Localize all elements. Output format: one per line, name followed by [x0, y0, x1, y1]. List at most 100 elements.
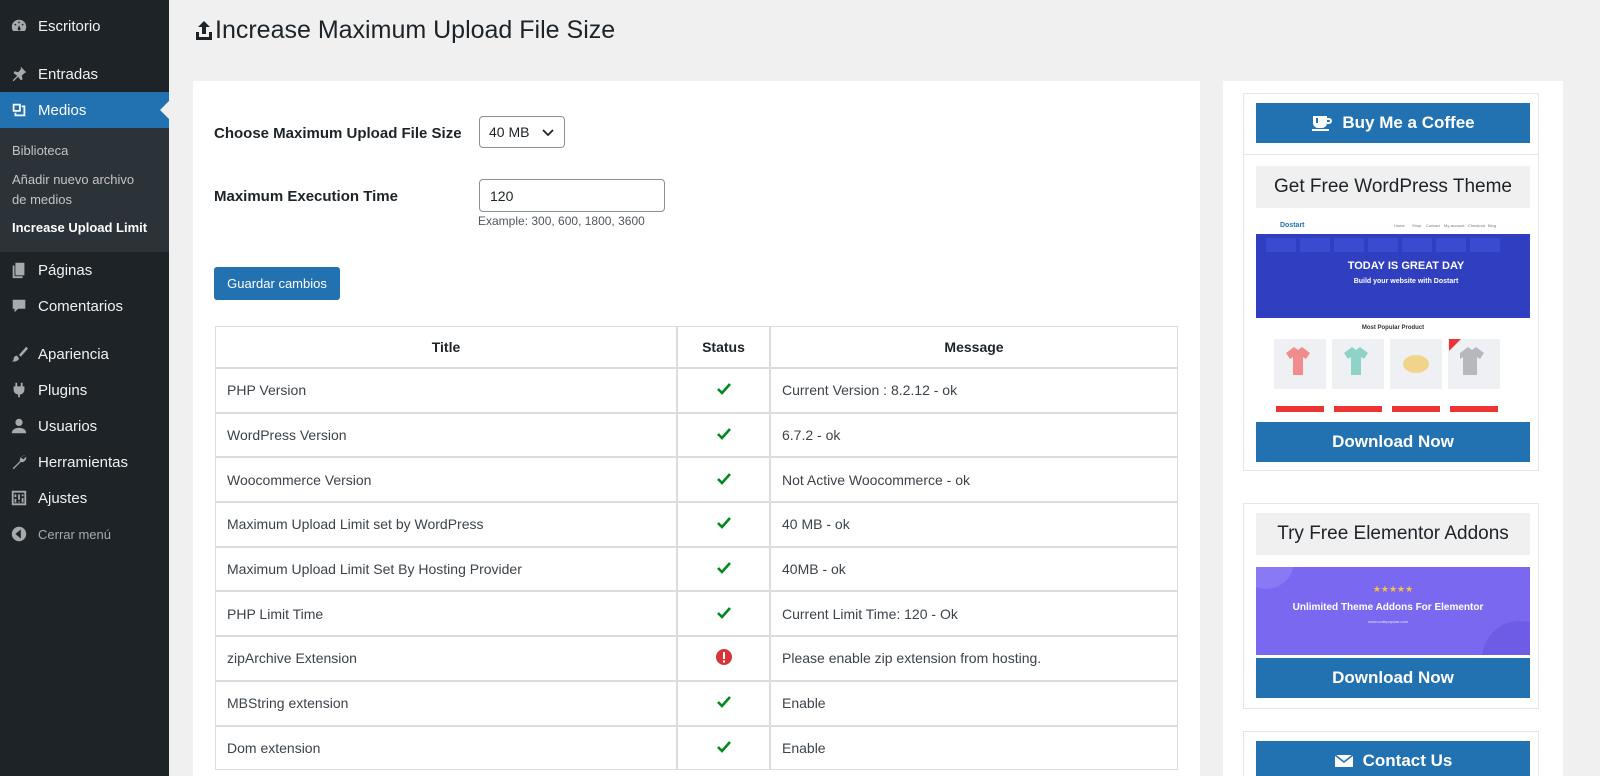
contact-us-button[interactable]: Contact Us [1256, 741, 1530, 776]
row-message: Enable [770, 680, 1178, 726]
sidebar-item-entradas[interactable]: Entradas [0, 56, 169, 92]
page-title: Increase Maximum Upload File Size [194, 16, 615, 45]
sidebar-item-label: Cerrar menú [38, 526, 111, 542]
sidebar-item-apariencia[interactable]: Apariencia [0, 336, 169, 372]
dashboard-icon [9, 16, 29, 36]
addons-url: www.codepopular.com [1368, 619, 1409, 624]
wrench-icon [9, 452, 29, 472]
sidebar-item-label: Herramientas [38, 453, 129, 471]
check-icon [716, 472, 731, 485]
row-message: 6.7.2 - ok [770, 412, 1178, 458]
settings-panel: Choose Maximum Upload File Size 40 MB Ma… [193, 81, 1200, 776]
theme-nav-item: Blog [1488, 223, 1496, 228]
addons-download-button[interactable]: Download Now [1256, 658, 1530, 698]
row-status [677, 457, 770, 503]
promo-card-addons: Try Free Elementor Addons ★★★★★ Unlimite… [1243, 503, 1539, 709]
promo-card-contact: Contact Us [1243, 731, 1539, 776]
upload-size-select[interactable]: 40 MB [479, 116, 565, 148]
admin-sidebar: Escritorio Entradas Medios Biblioteca Añ… [0, 0, 169, 776]
exec-time-input[interactable] [479, 179, 665, 212]
theme-hero-title: TODAY IS GREAT DAY [1348, 260, 1465, 272]
row-title: Woocommerce Version [215, 457, 677, 503]
sidebar-item-usuarios[interactable]: Usuarios [0, 408, 169, 444]
row-status [677, 368, 770, 413]
buy-me-coffee-button[interactable]: Buy Me a Coffee [1256, 103, 1530, 143]
theme-nav-item: Home [1394, 223, 1405, 228]
sidebar-item-label: Escritorio [38, 17, 101, 35]
row-status [677, 546, 770, 592]
submenu-item-increase-upload-limit[interactable]: Increase Upload Limit [12, 218, 147, 238]
theme-brand: Dostart [1280, 222, 1305, 229]
pages-icon [9, 260, 29, 280]
sidebar-item-label: Comentarios [38, 297, 124, 315]
row-title: WordPress Version [215, 412, 677, 458]
sidebar-item-comentarios[interactable]: Comentarios [0, 288, 169, 324]
settings-icon [9, 488, 29, 508]
table-row: zipArchive Extension Please enable zip ex… [215, 636, 1178, 681]
plugin-icon [9, 380, 29, 400]
exec-time-label: Maximum Execution Time [214, 188, 398, 205]
row-title: PHP Limit Time [215, 591, 677, 637]
column-header-message: Message [770, 326, 1178, 368]
sidebar-item-escritorio[interactable]: Escritorio [0, 8, 169, 44]
theme-section-title: Most Popular Product [1362, 325, 1424, 331]
table-row: Dom extension Enable [215, 725, 1178, 771]
media-submenu: Biblioteca Añadir nuevo archivo de medio… [0, 128, 169, 252]
row-message: 40 MB - ok [770, 502, 1178, 547]
theme-hero-subtitle: Build your website with Dostart [1354, 278, 1459, 285]
submenu-item-add-media[interactable]: Añadir nuevo archivo de medios [12, 170, 152, 210]
media-icon [9, 100, 29, 120]
row-message: Please enable zip extension from hosting… [770, 636, 1178, 681]
row-title: MBString extension [215, 680, 677, 726]
row-message: Current Version : 8.2.12 - ok [770, 368, 1178, 413]
upload-size-value: 40 MB [489, 124, 530, 140]
addons-preview-image[interactable]: ★★★★★ Unlimited Theme Addons For Element… [1256, 567, 1530, 655]
row-status [677, 725, 770, 771]
sidebar-item-label: Usuarios [38, 417, 98, 435]
theme-download-button[interactable]: Download Now [1256, 422, 1530, 462]
sidebar-item-paginas[interactable]: Páginas [0, 252, 169, 288]
sidebar-item-medios[interactable]: Medios [0, 92, 169, 128]
chevron-down-icon [542, 129, 554, 137]
check-icon [716, 740, 731, 753]
sidebar-item-label: Entradas [38, 65, 99, 83]
theme-preview-image[interactable]: Dostart Home Shop Contact My account Che… [1256, 218, 1530, 422]
table-header-row: Title Status Message [215, 326, 1178, 368]
check-icon [716, 696, 731, 709]
row-title: Maximum Upload Limit Set By Hosting Prov… [215, 546, 677, 592]
row-message: 40MB - ok [770, 546, 1178, 592]
column-header-status: Status [677, 326, 770, 368]
user-icon [9, 416, 29, 436]
upload-size-label: Choose Maximum Upload File Size [214, 125, 462, 142]
theme-nav-item: Checkout [1468, 223, 1486, 228]
sidebar-item-ajustes[interactable]: Ajustes [0, 480, 169, 516]
theme-card-title: Get Free WordPress Theme [1256, 166, 1530, 208]
row-status [677, 591, 770, 637]
collapse-icon [9, 524, 29, 544]
check-icon [716, 428, 731, 440]
sidebar-item-label: Ajustes [38, 489, 88, 507]
row-status [677, 502, 770, 547]
row-status [677, 680, 770, 726]
row-message: Current Limit Time: 120 - Ok [770, 591, 1178, 637]
status-table: Title Status Message PHP Version Current … [215, 326, 1178, 771]
save-changes-button[interactable]: Guardar cambios [214, 267, 340, 300]
theme-nav-item: Shop [1412, 223, 1422, 228]
coffee-icon [1312, 116, 1333, 131]
theme-nav-item: My account [1444, 223, 1465, 228]
row-status [677, 636, 770, 681]
table-row: PHP Limit Time Current Limit Time: 120 - … [215, 591, 1178, 637]
addons-banner-text: Unlimited Theme Addons For Elementor [1293, 602, 1484, 613]
row-title: Maximum Upload Limit set by WordPress [215, 502, 677, 547]
row-message: Not Active Woocommerce - ok [770, 457, 1178, 503]
check-icon [716, 562, 731, 574]
promo-sidebar: Buy Me a Coffee Get Free WordPress Theme… [1223, 81, 1563, 776]
addons-card-title: Try Free Elementor Addons [1256, 513, 1530, 555]
collapse-menu-button[interactable]: Cerrar menú [0, 516, 169, 552]
sidebar-item-herramientas[interactable]: Herramientas [0, 444, 169, 480]
submenu-item-biblioteca[interactable]: Biblioteca [12, 141, 68, 161]
sidebar-item-plugins[interactable]: Plugins [0, 372, 169, 408]
table-row: Woocommerce Version Not Active Woocommerc… [215, 457, 1178, 503]
error-icon [715, 648, 732, 665]
column-header-title: Title [215, 326, 677, 368]
